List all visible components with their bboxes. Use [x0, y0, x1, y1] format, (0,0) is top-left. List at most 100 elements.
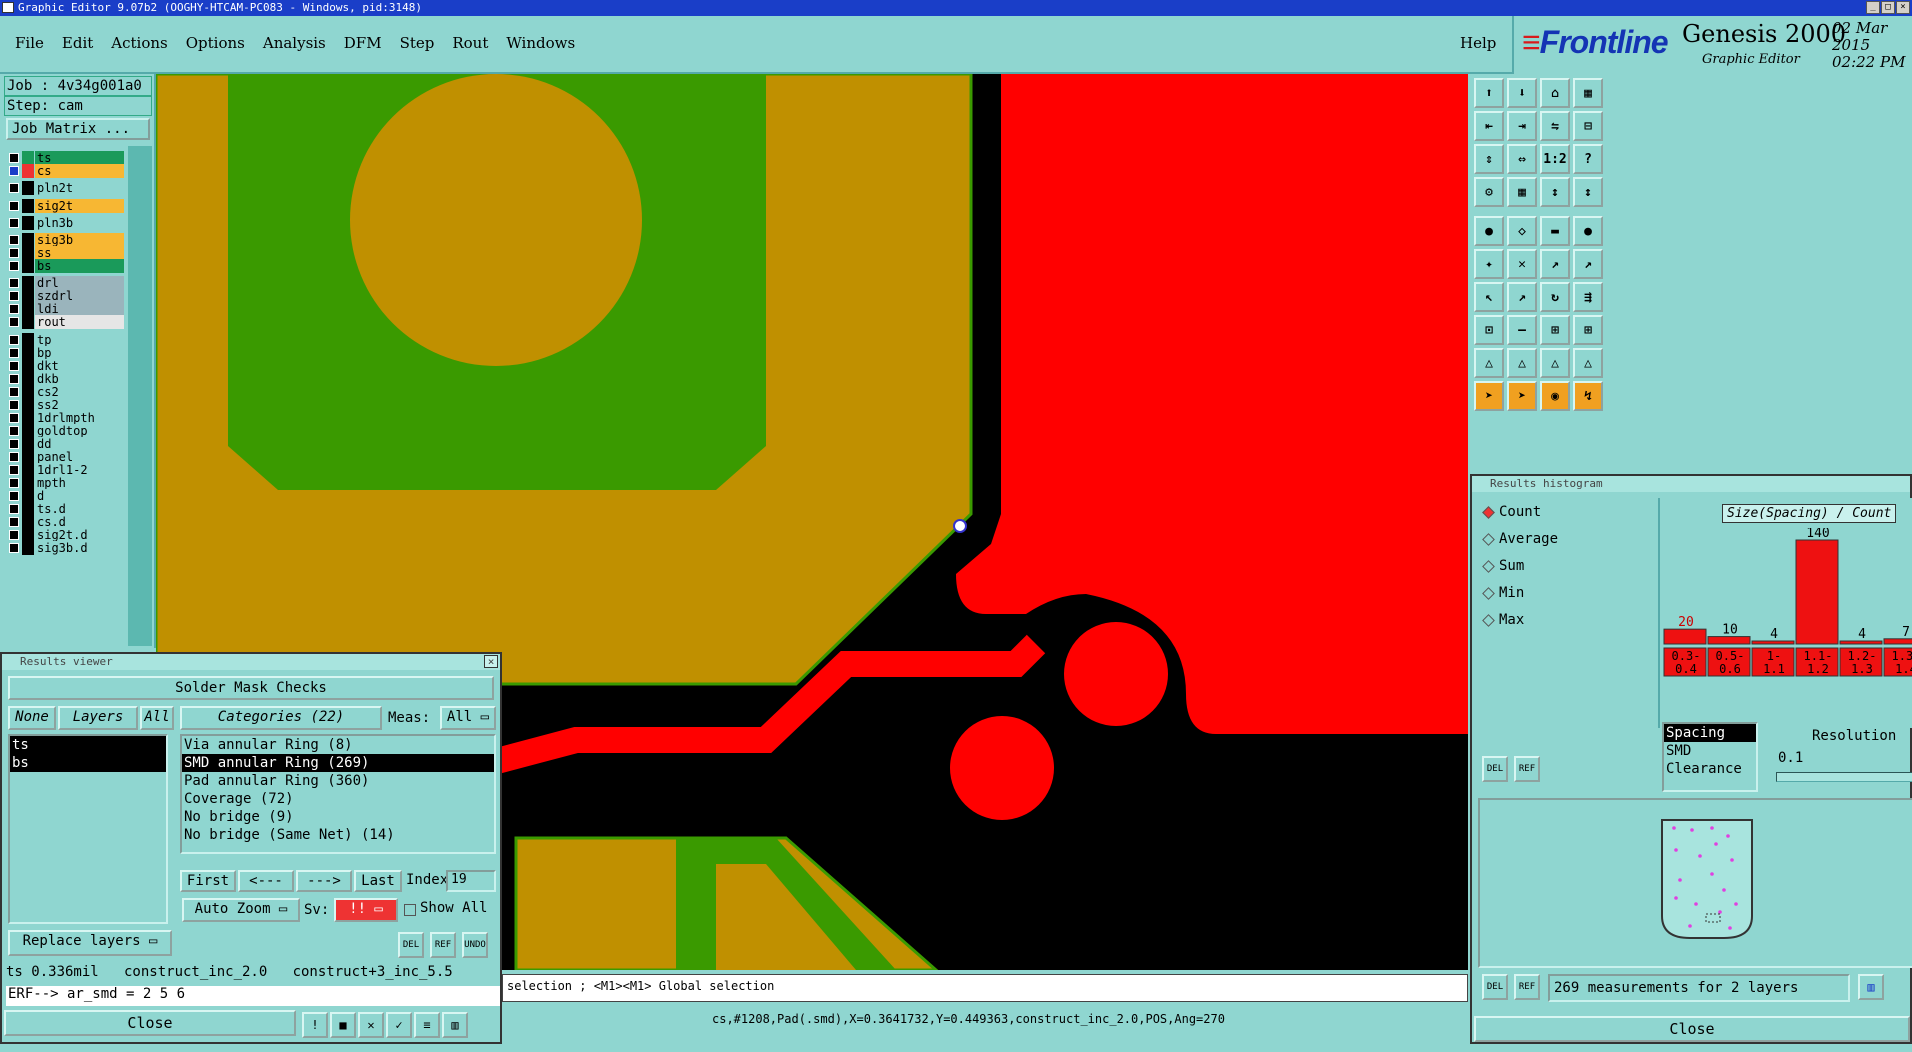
tri-4-icon[interactable]: △ — [1573, 348, 1603, 378]
layer-checkbox[interactable] — [9, 517, 19, 527]
layers-button[interactable]: Layers — [58, 706, 138, 730]
category-item[interactable]: SMD annular Ring (269) — [182, 754, 494, 772]
type-item[interactable]: SMD — [1664, 742, 1756, 760]
tri-2-icon[interactable]: △ — [1507, 348, 1537, 378]
shape-icon[interactable]: ◇ — [1507, 216, 1537, 246]
settings-icon[interactable]: ⚙ — [1474, 177, 1504, 207]
note-icon[interactable]: ≡ — [414, 1012, 440, 1038]
layer-checkbox[interactable] — [9, 361, 19, 371]
grid-2-icon[interactable]: ▦ — [1507, 177, 1537, 207]
none-button[interactable]: None — [8, 706, 56, 730]
home-icon[interactable]: ⌂ — [1540, 78, 1570, 108]
dash-icon[interactable]: — — [1507, 315, 1537, 345]
measure-icon[interactable]: ⊡ — [1474, 315, 1504, 345]
menu-file[interactable]: File — [6, 34, 53, 52]
layer-scrollbar[interactable] — [128, 146, 152, 646]
menu-edit[interactable]: Edit — [53, 34, 102, 52]
move-up-icon[interactable]: ⬆ — [1474, 78, 1504, 108]
grid-icon[interactable]: ▦ — [1573, 78, 1603, 108]
layer-checkbox[interactable] — [9, 183, 19, 193]
layer-checkbox[interactable] — [9, 465, 19, 475]
list-item[interactable]: ts — [10, 736, 166, 754]
hist-ref-button-2[interactable]: REF — [1514, 974, 1540, 1000]
list-item[interactable]: bs — [10, 754, 166, 772]
mode-radio-max[interactable]: Max — [1482, 612, 1524, 628]
tri-3-icon[interactable]: △ — [1540, 348, 1570, 378]
close-button[interactable]: Close — [4, 1010, 296, 1036]
layer-checkbox[interactable] — [9, 235, 19, 245]
box-icon[interactable]: ⊞ — [1540, 315, 1570, 345]
select-2-icon[interactable]: ➤ — [1507, 381, 1537, 411]
first-button[interactable]: First — [180, 870, 236, 892]
histogram-bar[interactable] — [1663, 628, 1707, 645]
layer-checkbox[interactable] — [9, 491, 19, 501]
menu-windows[interactable]: Windows — [497, 34, 584, 52]
layer-name[interactable]: pln2t — [35, 181, 124, 195]
histogram-chart[interactable]: Size(Spacing) / Count 20 0.3- 0.4 10 0.5- 0.6… — [1658, 498, 1912, 728]
arrow-2-icon[interactable]: ↗ — [1573, 249, 1603, 279]
layer-checkbox[interactable] — [9, 317, 19, 327]
chart-icon[interactable]: ▥ — [442, 1012, 468, 1038]
layer-checkbox[interactable] — [9, 291, 19, 301]
zoom-1-2-icon[interactable]: 1:2 — [1540, 144, 1570, 174]
layer-checkbox[interactable] — [9, 166, 19, 176]
prev-button[interactable]: <--- — [238, 870, 294, 892]
ref-button[interactable]: REF — [430, 932, 456, 958]
all-button[interactable]: All — [140, 706, 174, 730]
layer-name[interactable]: bs — [35, 259, 124, 273]
fit-vertical-icon[interactable]: ⇕ — [1474, 144, 1504, 174]
snap-icon[interactable]: ↕ — [1540, 177, 1570, 207]
menu-help[interactable]: Help — [1460, 34, 1496, 52]
window-icon[interactable]: ⊟ — [1573, 111, 1603, 141]
tri-icon[interactable]: △ — [1474, 348, 1504, 378]
close-window-button[interactable]: × — [1896, 1, 1910, 14]
histogram-bar[interactable] — [1795, 539, 1839, 645]
layer-checkbox[interactable] — [9, 387, 19, 397]
layer-checkbox[interactable] — [9, 413, 19, 423]
layer-checkbox[interactable] — [9, 335, 19, 345]
layer-checkbox[interactable] — [9, 374, 19, 384]
snap-2-icon[interactable]: ↕ — [1573, 177, 1603, 207]
swap-icon[interactable]: ⇋ — [1540, 111, 1570, 141]
arrow-icon[interactable]: ↗ — [1540, 249, 1570, 279]
layer-row-pln2t[interactable]: pln2t — [6, 180, 124, 196]
rotate-icon[interactable]: ↻ — [1540, 282, 1570, 312]
pad-2-icon[interactable]: ● — [1573, 216, 1603, 246]
minimize-button[interactable]: _ — [1866, 1, 1880, 14]
menu-analysis[interactable]: Analysis — [254, 34, 335, 52]
resolution-slider[interactable] — [1776, 772, 1912, 782]
sv-select[interactable]: !! ▭ — [334, 898, 398, 922]
histogram-bar[interactable] — [1707, 636, 1751, 645]
box-2-icon[interactable]: ⊞ — [1573, 315, 1603, 345]
last-button[interactable]: Last — [354, 870, 402, 892]
layer-name[interactable]: sig3b.d — [35, 541, 124, 555]
node-icon[interactable]: ✦ — [1474, 249, 1504, 279]
layer-checkbox[interactable] — [9, 153, 19, 163]
layer-name[interactable]: sig2t — [35, 199, 124, 213]
layer-checkbox[interactable] — [9, 248, 19, 258]
undo-button[interactable]: UNDO — [462, 932, 488, 958]
layer-row-cs[interactable]: cs — [6, 163, 124, 179]
menu-step[interactable]: Step — [391, 34, 444, 52]
select-icon[interactable]: ➤ — [1474, 381, 1504, 411]
mode-radio-min[interactable]: Min — [1482, 585, 1524, 601]
layer-checkbox[interactable] — [9, 261, 19, 271]
layer-name[interactable]: pln3b — [35, 216, 124, 230]
pen-icon[interactable]: ↖ — [1474, 282, 1504, 312]
menu-dfm[interactable]: DFM — [335, 34, 391, 52]
hist-del-button[interactable]: DEL — [1482, 756, 1508, 782]
layer-checkbox[interactable] — [9, 543, 19, 553]
close-icon[interactable]: × — [484, 655, 498, 668]
layer-checkbox[interactable] — [9, 478, 19, 488]
show-all-checkbox[interactable] — [404, 904, 416, 916]
hist-del-button-2[interactable]: DEL — [1482, 974, 1508, 1000]
category-item[interactable]: Via annular Ring (8) — [182, 736, 494, 754]
layer-name[interactable]: cs — [35, 164, 124, 178]
path-icon[interactable]: ↯ — [1573, 381, 1603, 411]
layer-checkbox[interactable] — [9, 304, 19, 314]
target-icon[interactable]: ◉ — [1540, 381, 1570, 411]
layer-checkbox[interactable] — [9, 201, 19, 211]
stop-icon[interactable]: ■ — [330, 1012, 356, 1038]
layer-checkbox[interactable] — [9, 218, 19, 228]
mode-radio-sum[interactable]: Sum — [1482, 558, 1524, 574]
